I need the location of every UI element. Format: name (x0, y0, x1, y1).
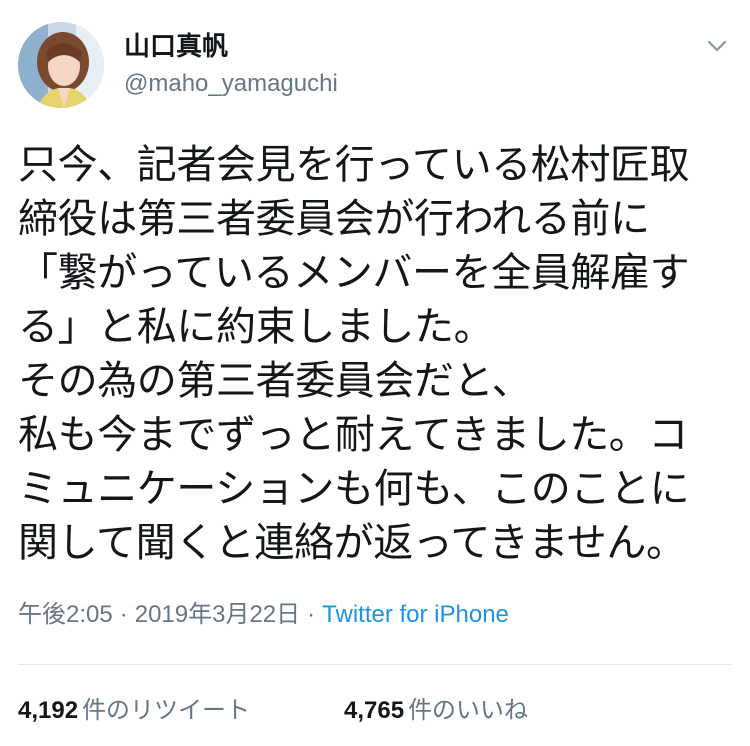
tweet-text-line: ミュニケーションも何も、このことに (18, 466, 690, 512)
tweet-text: 只今、記者会見を行っている松村匠取 締役は第三者委員会が行われる前に 「繋がって… (18, 138, 743, 570)
profile-photo-icon (18, 22, 104, 108)
tweet-text-line: る」と私に約束しました。 (18, 304, 494, 350)
chevron-down-icon[interactable] (700, 34, 734, 60)
meta-separator: · (307, 601, 316, 628)
tweet-source-link[interactable]: Twitter for iPhone (322, 601, 509, 628)
likes-stat[interactable]: 4,765 件のいいね (344, 690, 528, 731)
tweet-text-line: その為の第三者委員会だと、 (18, 358, 532, 404)
divider (18, 664, 732, 665)
tweet-card: 山口真帆 @maho_yamaguchi 只今、記者会見を行っている松村匠取 締… (0, 0, 750, 746)
tweet-text-line: 関して聞くと連絡が返ってきません。 (18, 520, 686, 566)
retweets-stat[interactable]: 4,192 件のリツイート (18, 690, 250, 731)
display-name[interactable]: 山口真帆 (124, 30, 228, 64)
tweet-text-line: 「繋がっているメンバーを全員解雇す (18, 250, 690, 296)
meta-separator: · (119, 601, 128, 628)
user-handle[interactable]: @maho_yamaguchi (124, 68, 338, 100)
tweet-text-line: 私も今までずっと耐えてきました。コ (18, 412, 688, 458)
tweet-date[interactable]: 2019年3月22日 (135, 601, 300, 628)
avatar[interactable] (18, 22, 104, 108)
likes-count: 4,765 (344, 697, 405, 724)
tweet-time[interactable]: 午後2:05 (18, 601, 113, 628)
retweets-label: 件のリツイート (82, 696, 251, 724)
tweet-text-line: 締役は第三者委員会が行われる前に (18, 196, 650, 242)
tweet-metadata: 午後2:05 · 2019年3月22日 · Twitter for iPhone (18, 596, 509, 634)
tweet-text-line: 只今、記者会見を行っている松村匠取 (18, 142, 690, 188)
likes-label: 件のいいね (408, 696, 529, 724)
retweets-count: 4,192 (18, 697, 79, 724)
